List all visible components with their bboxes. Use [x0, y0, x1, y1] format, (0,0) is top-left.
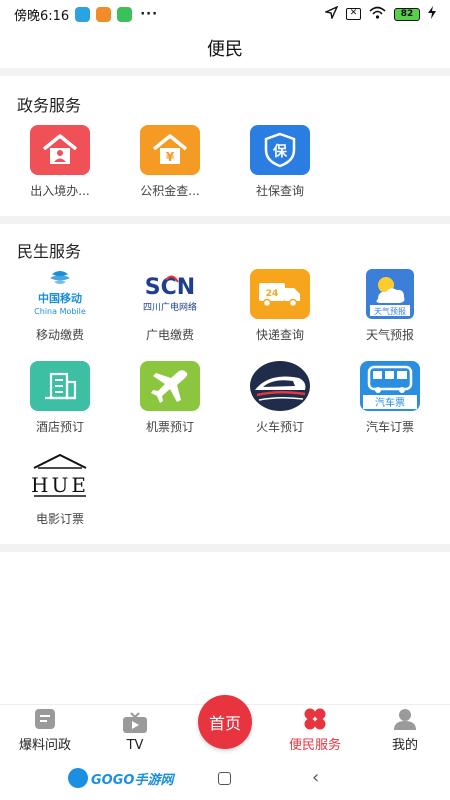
hotel-building-icon [30, 361, 90, 411]
service-housing-fund[interactable]: ¥ 公积金查... [115, 124, 225, 199]
clover-icon [304, 708, 326, 730]
house-person-icon [30, 125, 90, 175]
status-time: 傍晚6:16 [14, 8, 70, 24]
service-social-security[interactable]: 保 社保查询 [225, 124, 335, 199]
tv-icon [123, 712, 147, 733]
weather-glyph: 天气预报 [374, 306, 406, 316]
service-mobile-payment[interactable]: 中国移动 China Mobile 移动缴费 [5, 268, 115, 343]
service-label: 广电缴费 [145, 328, 194, 342]
china-mobile-logo: 中国移动 China Mobile [28, 268, 92, 320]
service-label: 汽车订票 [365, 420, 414, 434]
page-title: 便民 [207, 39, 243, 60]
service-label: 电影订票 [35, 512, 84, 526]
wifi-icon [369, 6, 386, 23]
profile-icon [394, 709, 416, 730]
bus-icon: 汽车票 [360, 361, 420, 411]
divider [0, 68, 450, 76]
service-flight-booking[interactable]: 机票预订 [115, 360, 225, 435]
no-sim-icon: ✕ [346, 8, 361, 20]
section-livelihood-services: 民生服务 中国移动 China Mobile 移动缴费 SCN 四川广电网络 广… [0, 224, 450, 544]
more-notifications-icon: ··· [140, 6, 159, 22]
watermark-logo-icon [68, 768, 88, 788]
delivery-truck-icon: 24 [250, 269, 310, 319]
system-nav: GOGO手游网 ‹ [0, 758, 450, 800]
service-train-booking[interactable]: 火车预订 [225, 360, 335, 435]
service-label: 快递查询 [255, 328, 304, 342]
truck-glyph: 24 [266, 289, 279, 299]
nav-label: 我的 [391, 738, 418, 753]
service-weather[interactable]: 天气预报 天气预报 [335, 268, 445, 343]
divider [0, 216, 450, 224]
home-label: 首页 [208, 714, 241, 733]
nav-label: 爆料问政 [18, 738, 71, 753]
service-label: 机票预订 [145, 420, 194, 434]
service-exit-entry[interactable]: 出入境办... [5, 124, 115, 199]
shield-bao-icon: 保 [250, 125, 310, 175]
bus-glyph: 汽车票 [375, 396, 405, 409]
train-icon [250, 361, 310, 411]
wechat-icon [117, 6, 133, 22]
service-cable-payment[interactable]: SCN 四川广电网络 广电缴费 [115, 268, 225, 343]
service-label: 天气预报 [365, 328, 414, 342]
telegram-icon [75, 6, 91, 22]
home-button[interactable]: 首页 [198, 695, 252, 749]
charging-icon [428, 5, 436, 23]
service-label: 移动缴费 [35, 328, 84, 342]
logo-text: HUE [31, 473, 89, 497]
divider [0, 544, 450, 552]
header: 便民 [0, 28, 450, 68]
logo-subtext: China Mobile [34, 307, 86, 316]
section-title: 政务服务 [17, 96, 82, 115]
report-icon [35, 709, 55, 729]
airplane-icon [140, 361, 200, 411]
nav-label: TV [126, 738, 144, 753]
service-label: 出入境办... [30, 184, 90, 198]
watermark-text: GOGO手游网 [91, 772, 174, 788]
section-title: 民生服务 [17, 242, 82, 261]
logo-subtext: 四川广电网络 [143, 301, 197, 313]
service-bus-ticket[interactable]: 汽车票 汽车订票 [335, 360, 445, 435]
service-label: 社保查询 [255, 184, 304, 198]
back-button[interactable]: ‹ [312, 767, 319, 788]
logo-text: 中国移动 [38, 291, 82, 305]
watermark: GOGO手游网 [68, 768, 173, 788]
cinema-house-icon: HUE [28, 452, 92, 504]
nav-item-services[interactable]: 便民服务 [270, 705, 360, 759]
service-label: 酒店预订 [35, 420, 84, 434]
battery-icon: 82 [394, 7, 420, 21]
location-icon [323, 5, 339, 23]
app-notification-icon [96, 6, 112, 22]
house-yen-icon: ¥ [140, 125, 200, 175]
svg-text:¥: ¥ [166, 150, 175, 164]
service-hotel-booking[interactable]: 酒店预订 [5, 360, 115, 435]
status-bar: 傍晚6:16 ··· ✕ 82 [0, 0, 450, 28]
service-movie-ticket[interactable]: HUE 电影订票 [5, 452, 115, 527]
shield-glyph: 保 [272, 143, 288, 160]
logo-text: SCN [145, 275, 195, 300]
section-government-services: 政务服务 出入境办... ¥ 公积金查... 保 社保查询 [0, 76, 450, 216]
nav-label: 便民服务 [288, 738, 341, 753]
service-label: 公积金查... [140, 184, 200, 198]
scn-logo: SCN 四川广电网络 [138, 268, 202, 320]
service-express-tracking[interactable]: 24 快递查询 [225, 268, 335, 343]
nav-item-profile[interactable]: 我的 [360, 705, 450, 759]
weather-icon: 天气预报 [366, 269, 414, 319]
recent-apps-button[interactable] [218, 772, 231, 785]
nav-item-report[interactable]: 爆料问政 [0, 705, 90, 759]
service-label: 火车预订 [255, 420, 304, 434]
nav-item-tv[interactable]: TV [90, 705, 180, 759]
